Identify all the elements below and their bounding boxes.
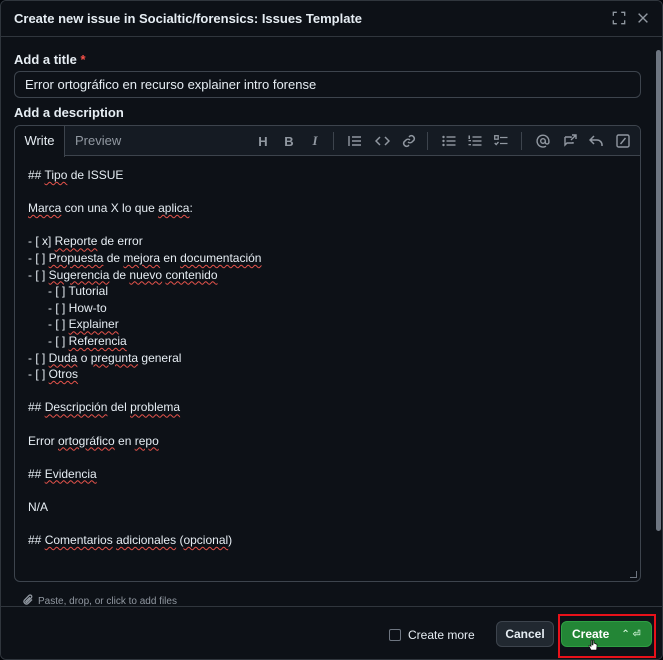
- toolbar-divider: [427, 132, 428, 150]
- line-5: - [ x] Reporte de error: [28, 234, 143, 249]
- line-23: ## Comentarios adicionales (opcional): [28, 533, 233, 548]
- line-8: - [ ] Tutorial: [28, 284, 109, 299]
- line-17: Error ortográfico en repo: [28, 433, 159, 448]
- line-9: - [ ] How-to: [28, 300, 107, 315]
- dialog-header: Create new issue in Socialtic/forensics:…: [1, 1, 662, 37]
- required-mark: *: [80, 52, 86, 67]
- new-issue-dialog: Create new issue in Socialtic/forensics:…: [0, 0, 663, 660]
- task-list-icon[interactable]: [493, 133, 509, 149]
- create-button[interactable]: Create ⌃ ⏎: [561, 621, 652, 651]
- description-textarea[interactable]: ## Tipo de ISSUE Marca con una X lo que …: [15, 157, 640, 581]
- tab-write[interactable]: Write: [15, 126, 65, 157]
- tab-preview[interactable]: Preview: [75, 126, 121, 156]
- line-7: - [ ] Sugerencia de nuevo contenido: [28, 267, 218, 282]
- italic-icon[interactable]: I: [307, 133, 323, 149]
- line-19: ## Evidencia: [28, 466, 97, 481]
- line-1: ## Tipo de ISSUE: [28, 168, 124, 182]
- dialog-body: Add a title * Add a description Write Pr…: [1, 38, 654, 606]
- line-11: - [ ] Referencia: [28, 333, 127, 348]
- dialog-title: Create new issue in Socialtic/forensics:…: [14, 11, 363, 26]
- line-15: ## Descripción del problema: [28, 400, 181, 415]
- markdown-editor: Write Preview H B I ## Tipo de ISSUE Mar…: [14, 125, 641, 582]
- close-icon[interactable]: [635, 10, 651, 26]
- line-12: - [ ] Duda o pregunta general: [28, 350, 182, 365]
- link-icon[interactable]: [401, 133, 417, 149]
- unordered-list-icon[interactable]: [441, 133, 457, 149]
- resize-handle[interactable]: [630, 571, 637, 578]
- title-label: Add a title *: [14, 52, 86, 67]
- line-21: N/A: [28, 499, 49, 514]
- scrollbar-thumb[interactable]: [656, 50, 661, 531]
- line-10: - [ ] Explainer: [28, 317, 119, 332]
- bold-icon[interactable]: B: [281, 133, 297, 149]
- paperclip-icon: [23, 594, 34, 606]
- scrollbar[interactable]: [654, 38, 662, 606]
- create-more-option[interactable]: Create more: [389, 628, 475, 642]
- heading-icon[interactable]: H: [255, 133, 271, 149]
- title-input[interactable]: [14, 71, 641, 98]
- saved-reply-icon[interactable]: [588, 133, 604, 149]
- code-icon[interactable]: [374, 133, 390, 149]
- cancel-button[interactable]: Cancel: [496, 621, 554, 647]
- create-more-label: Create more: [408, 628, 475, 642]
- cross-reference-icon[interactable]: [562, 133, 578, 149]
- mention-icon[interactable]: [535, 133, 551, 149]
- create-more-checkbox[interactable]: [389, 629, 401, 641]
- attach-files[interactable]: Paste, drop, or click to add files: [23, 594, 177, 606]
- quote-icon[interactable]: [347, 133, 363, 149]
- dialog-footer: Create more Cancel Create ⌃ ⏎: [1, 606, 662, 659]
- toolbar-divider: [333, 132, 334, 150]
- fullscreen-icon[interactable]: [611, 10, 627, 26]
- attach-hint: Paste, drop, or click to add files: [38, 596, 177, 606]
- toolbar-divider: [521, 132, 522, 150]
- description-label: Add a description: [14, 105, 124, 120]
- line-6: - [ ] Propuesta de mejora en documentaci…: [28, 250, 262, 265]
- line-13: - [ ] Otros: [28, 367, 79, 382]
- ordered-list-icon[interactable]: [467, 133, 483, 149]
- hand-cursor-icon: [588, 639, 598, 651]
- line-3: Marca con una X lo que aplica:: [28, 201, 193, 216]
- keyboard-shortcut: ⌃ ⏎: [621, 628, 641, 640]
- slash-command-icon[interactable]: [615, 133, 631, 149]
- editor-tabbar: Write Preview H B I: [15, 126, 640, 157]
